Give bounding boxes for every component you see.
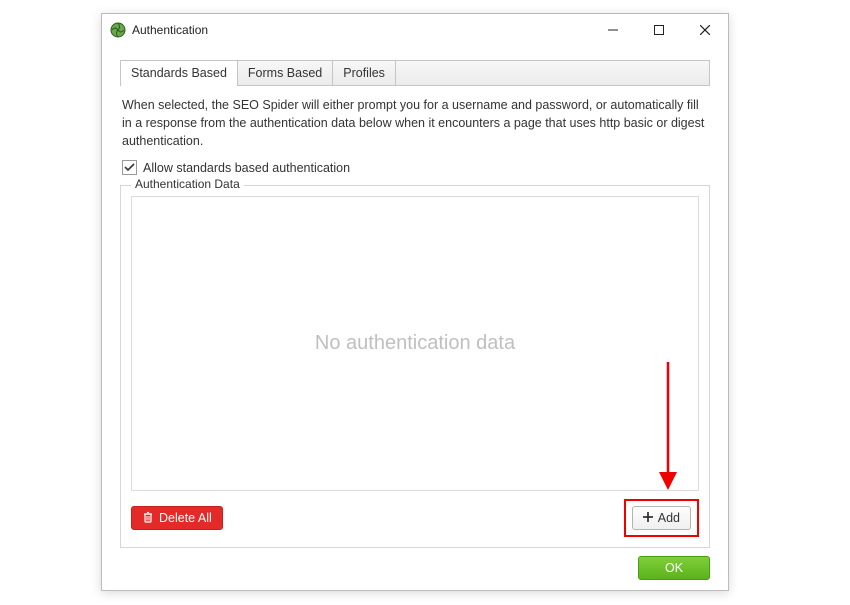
ok-label: OK — [665, 561, 683, 575]
auth-data-list: No authentication data — [131, 196, 699, 491]
tab-bar: Standards Based Forms Based Profiles — [120, 60, 710, 86]
empty-placeholder: No authentication data — [315, 332, 515, 355]
ok-button[interactable]: OK — [638, 556, 710, 580]
dialog-footer: OK — [120, 548, 710, 580]
tab-forms-based[interactable]: Forms Based — [238, 61, 333, 85]
window-title: Authentication — [132, 23, 590, 37]
tab-label: Forms Based — [248, 66, 322, 80]
add-label: Add — [658, 511, 680, 525]
minimize-button[interactable] — [590, 14, 636, 46]
close-button[interactable] — [682, 14, 728, 46]
add-button[interactable]: Add — [632, 506, 691, 530]
description-text: When selected, the SEO Spider will eithe… — [122, 96, 708, 150]
delete-all-label: Delete All — [159, 511, 212, 525]
allow-standards-label[interactable]: Allow standards based authentication — [143, 161, 350, 175]
group-title: Authentication Data — [131, 177, 244, 191]
app-icon — [110, 22, 126, 38]
dialog-content: Standards Based Forms Based Profiles Whe… — [102, 46, 728, 590]
allow-standards-checkbox[interactable] — [122, 160, 137, 175]
allow-standards-checkbox-row: Allow standards based authentication — [122, 160, 708, 175]
tab-label: Profiles — [343, 66, 385, 80]
tab-label: Standards Based — [131, 66, 227, 80]
group-actions: Delete All Add — [131, 499, 699, 537]
titlebar: Authentication — [102, 14, 728, 46]
annotation-add-highlight: Add — [624, 499, 699, 537]
maximize-button[interactable] — [636, 14, 682, 46]
window-controls — [590, 14, 728, 46]
trash-icon — [142, 511, 154, 526]
auth-data-group: Authentication Data No authentication da… — [120, 185, 710, 548]
plus-icon — [643, 511, 653, 525]
auth-dialog: Authentication Standards Based Forms Bas… — [101, 13, 729, 591]
tab-standards-based[interactable]: Standards Based — [121, 61, 238, 85]
delete-all-button[interactable]: Delete All — [131, 506, 223, 530]
tab-profiles[interactable]: Profiles — [333, 61, 396, 85]
checkmark-icon — [124, 162, 135, 173]
